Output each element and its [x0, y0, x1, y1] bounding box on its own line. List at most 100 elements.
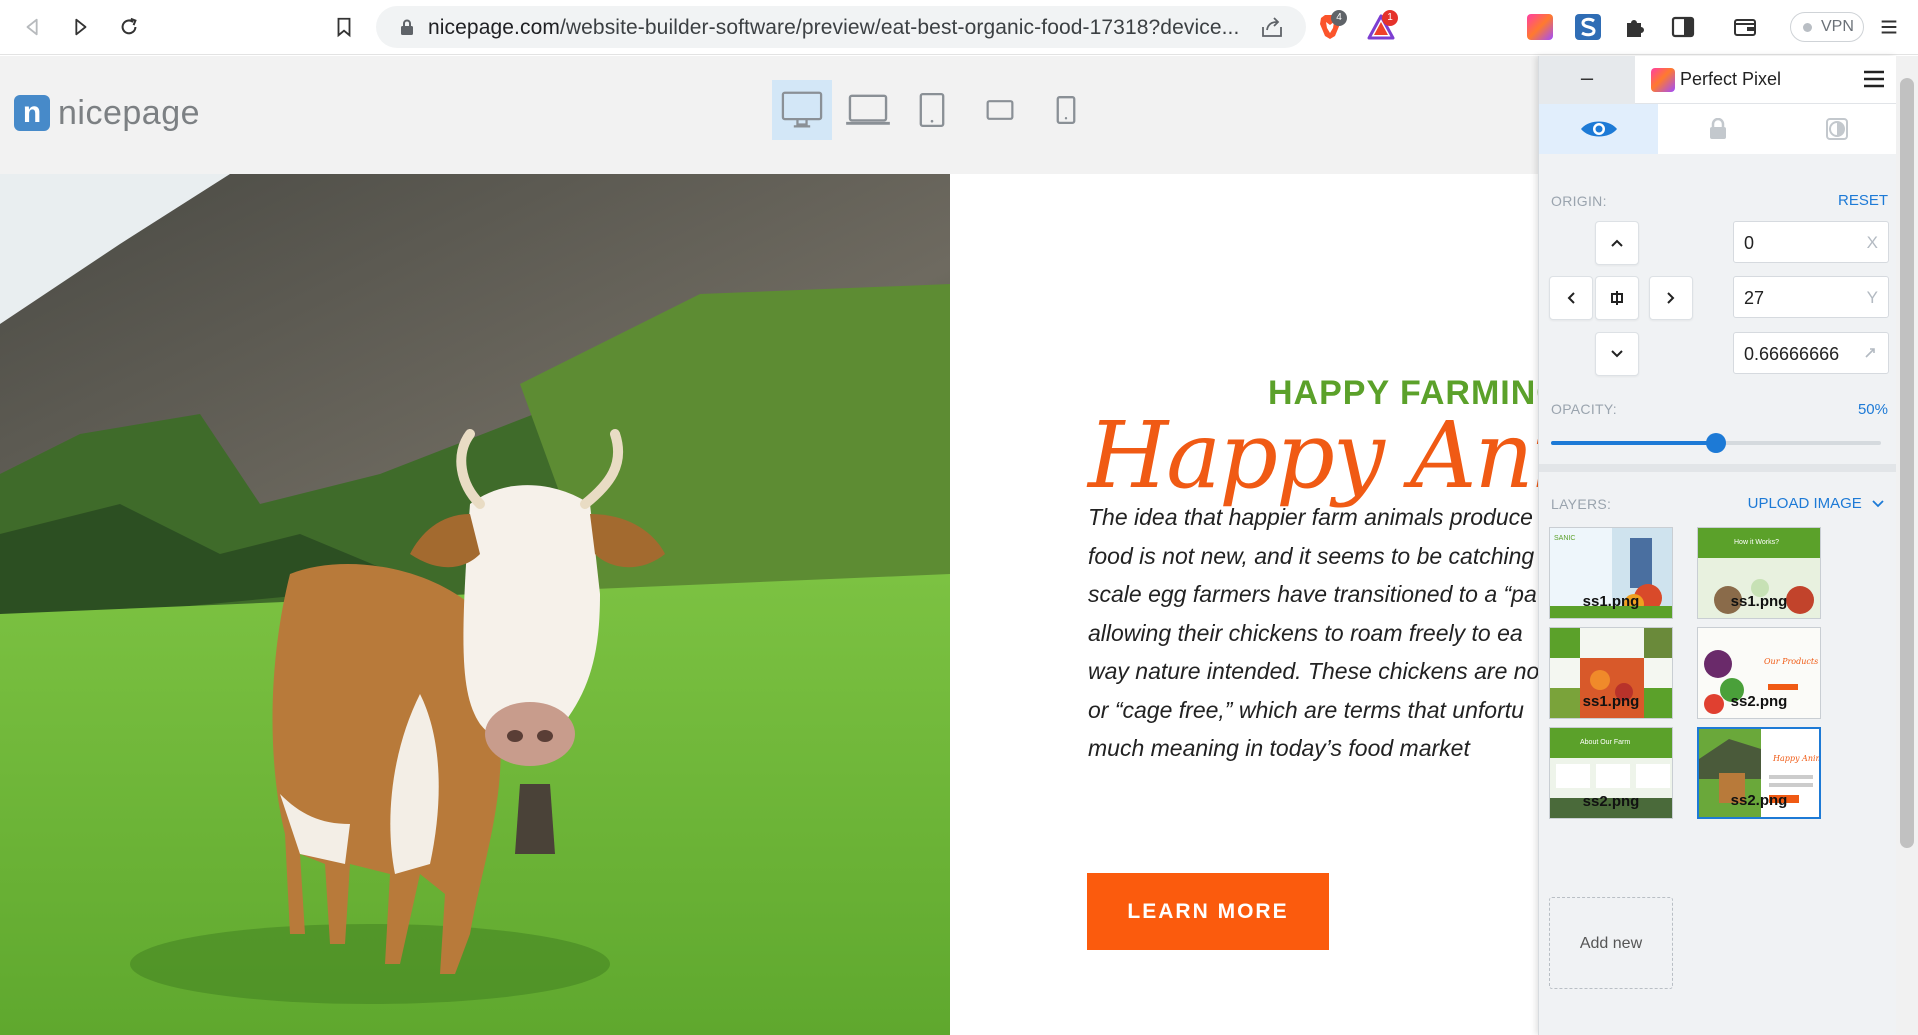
layer-thumb-text: About Our Farm — [1580, 739, 1630, 746]
chevron-right-icon — [1667, 292, 1675, 304]
perfect-pixel-panel: – Perfect Pixel ORIGIN: RESET 0 X 27 Y 0… — [1538, 56, 1897, 1035]
resize-icon — [1865, 348, 1875, 358]
x-unit: X — [1866, 233, 1878, 252]
bookmark-icon[interactable] — [327, 10, 361, 44]
paragraph-line: much meaning in today’s food market — [1088, 735, 1470, 761]
y-value: 27 — [1744, 288, 1765, 308]
move-right-button[interactable] — [1649, 276, 1693, 320]
paragraph-line: or “cage free,” which are terms that unf… — [1088, 696, 1524, 723]
tablet-device-icon[interactable] — [902, 80, 962, 140]
opacity-slider[interactable] — [1551, 433, 1881, 453]
layer-thumbnail[interactable]: About Our Farm ss2.png — [1549, 727, 1673, 819]
add-new-layer-button[interactable]: Add new — [1549, 897, 1673, 989]
chevron-down-icon — [1611, 350, 1623, 358]
move-up-button[interactable] — [1595, 221, 1639, 265]
reset-link[interactable]: RESET — [1838, 192, 1888, 209]
move-left-button[interactable] — [1549, 276, 1593, 320]
move-down-button[interactable] — [1595, 332, 1639, 376]
layer-name: ss2.png — [1730, 693, 1788, 710]
wallet-icon[interactable] — [1732, 14, 1758, 40]
layer-thumb-text: How it Works? — [1734, 539, 1779, 546]
hamburger-menu-icon[interactable] — [1863, 70, 1885, 88]
opacity-label: OPACITY: — [1551, 401, 1617, 417]
alert-badge: 1 — [1382, 10, 1398, 26]
learn-more-button[interactable]: LEARN MORE — [1087, 873, 1329, 950]
url-text[interactable]: nicepage.com/website-builder-software/pr… — [428, 16, 1239, 40]
padlock-icon — [1709, 118, 1726, 139]
perfect-pixel-extension-icon[interactable] — [1527, 14, 1553, 40]
layer-name: ss1.png — [1582, 693, 1640, 710]
x-value: 0 — [1744, 233, 1755, 253]
s-extension-icon[interactable] — [1575, 14, 1601, 40]
layer-thumbnail[interactable]: How it Works? ss1.png — [1697, 527, 1821, 619]
opacity-slider-fill — [1551, 441, 1716, 445]
layer-name: ss2.png — [1582, 793, 1640, 810]
sidebar-icon[interactable] — [1670, 14, 1696, 40]
vpn-status-icon — [1803, 23, 1812, 32]
menu-icon[interactable] — [1872, 10, 1906, 44]
chevron-left-icon — [1567, 292, 1575, 304]
section-divider — [1539, 464, 1897, 472]
lock-tab[interactable] — [1658, 104, 1777, 154]
paragraph-line: The idea that happier farm animals produ… — [1088, 504, 1533, 530]
chevron-down-icon — [1872, 500, 1884, 508]
desktop-device-icon[interactable] — [772, 80, 832, 140]
layers-label: LAYERS: — [1551, 496, 1612, 512]
visibility-tab[interactable] — [1539, 104, 1658, 154]
opacity-slider-handle[interactable] — [1706, 433, 1726, 453]
x-offset-input[interactable]: 0 X — [1733, 221, 1889, 263]
browser-toolbar: nicepage.com/website-builder-software/pr… — [0, 0, 1918, 55]
scale-input[interactable]: 0.66666666 — [1733, 332, 1889, 374]
upload-image-label: UPLOAD IMAGE — [1747, 495, 1862, 512]
panel-header: – Perfect Pixel — [1539, 56, 1897, 104]
layer-thumb-text: SANIC — [1554, 535, 1575, 542]
url-path: /website-builder-software/preview/eat-be… — [559, 16, 1240, 39]
hero-text-section: HAPPY FARMING Happy Animals The idea tha… — [950, 174, 1538, 1035]
layer-thumbnail-selected[interactable]: Happy Animals ss2.png — [1697, 727, 1821, 819]
opacity-value: 50% — [1857, 401, 1888, 418]
paragraph-line: allowing their chickens to roam freely t… — [1088, 619, 1523, 646]
hero-script-title: Happy Animals — [1088, 402, 1538, 509]
layer-name: ss1.png — [1582, 593, 1640, 610]
invert-icon — [1825, 118, 1848, 140]
lock-icon[interactable] — [400, 19, 414, 35]
minimize-button[interactable]: – — [1539, 56, 1635, 104]
upload-image-button[interactable]: UPLOAD IMAGE — [1748, 495, 1884, 512]
nicepage-logo[interactable]: n nicepage — [14, 94, 200, 132]
scale-value: 0.66666666 — [1744, 344, 1840, 364]
paragraph-line: scale egg farmers have transitioned to a… — [1088, 581, 1537, 607]
invert-tab[interactable] — [1777, 104, 1896, 154]
back-icon[interactable] — [16, 10, 50, 44]
address-bar[interactable]: nicepage.com/website-builder-software/pr… — [376, 6, 1306, 48]
page-content: n nicepage HAPPY FARMING Happy An The id… — [0, 56, 1538, 1035]
y-offset-input[interactable]: 27 Y — [1733, 276, 1889, 318]
paragraph-line: food is not new, and it seems to be catc… — [1088, 542, 1535, 569]
layer-thumbnail[interactable]: Our Products ss2.png — [1697, 627, 1821, 719]
center-button[interactable] — [1595, 276, 1639, 320]
page-scrollbar[interactable] — [1896, 56, 1918, 1035]
center-icon — [1611, 291, 1623, 305]
layer-thumbnail[interactable]: SANIC ss1.png — [1549, 527, 1673, 619]
layer-thumbnail[interactable]: ss1.png — [1549, 627, 1673, 719]
tablet-landscape-device-icon[interactable] — [970, 80, 1030, 140]
share-icon[interactable] — [1260, 16, 1284, 38]
puzzle-icon[interactable] — [1622, 14, 1648, 40]
brave-rewards-icon[interactable]: 1 — [1366, 10, 1398, 42]
chevron-up-icon — [1611, 239, 1623, 247]
paragraph-line: way nature intended. These chickens are … — [1088, 658, 1538, 684]
reload-icon[interactable] — [112, 10, 146, 44]
layer-thumb-text: Happy Animals — [1772, 754, 1821, 763]
phone-device-icon[interactable] — [1036, 80, 1096, 140]
vpn-button[interactable]: VPN — [1790, 12, 1864, 42]
eye-icon — [1580, 121, 1617, 137]
layer-name: ss2.png — [1730, 792, 1788, 809]
logo-mark: n — [14, 95, 50, 131]
panel-title: Perfect Pixel — [1680, 69, 1782, 89]
forward-icon[interactable] — [63, 10, 97, 44]
scrollbar-thumb[interactable] — [1900, 78, 1914, 848]
laptop-device-icon[interactable] — [838, 80, 898, 140]
y-unit: Y — [1866, 288, 1878, 307]
layer-thumb-text: Our Products — [1764, 657, 1818, 666]
url-host: nicepage.com — [428, 16, 560, 39]
brave-shields-icon[interactable]: 4 — [1315, 10, 1347, 42]
